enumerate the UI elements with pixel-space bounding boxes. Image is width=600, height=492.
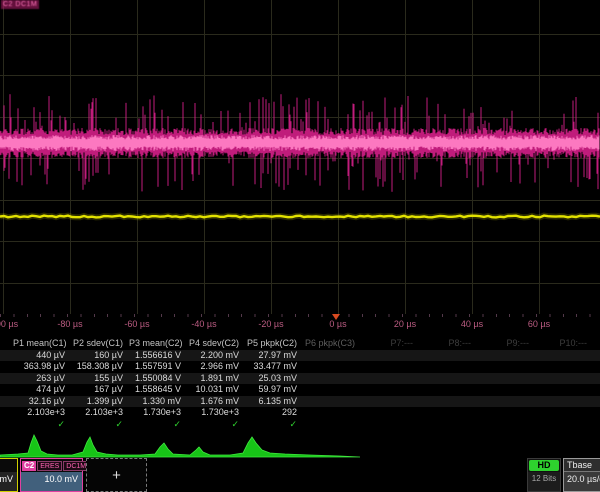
stat-cell: 440 µV [13, 350, 71, 362]
trigger-position-icon[interactable] [332, 314, 340, 320]
param-header-p5[interactable]: P5 pkpk(C2) [245, 338, 303, 350]
stat-cell: 1.730e+3 [187, 407, 245, 419]
stat-cell: 1.556616 V [129, 350, 187, 362]
status-check-icon: ✓ [187, 419, 245, 431]
param-header-p2[interactable]: P2 sdev(C1) [71, 338, 129, 350]
waveform-canvas [0, 0, 600, 314]
hd-badge: HD [529, 460, 559, 471]
stat-row-sdev: 32.16 µV 1.399 µV 1.330 mV 1.676 mV 6.13… [0, 396, 600, 408]
stat-cell: 167 µV [71, 384, 129, 396]
plus-icon: + [112, 467, 121, 484]
stat-cell: 59.97 mV [245, 384, 303, 396]
time-tick-label: 40 µs [461, 319, 483, 329]
stat-row-max: 474 µV 167 µV 1.558645 V 10.031 mV 59.97… [0, 384, 600, 396]
param-header-p8[interactable]: P8:--- [419, 338, 477, 350]
stat-cell: 292 [245, 407, 303, 419]
time-tick-label: 0 µs [329, 319, 346, 329]
bit-depth-label: 12 Bits [528, 472, 560, 491]
time-tick-label: 60 µs [528, 319, 550, 329]
stat-cell: 474 µV [13, 384, 71, 396]
stat-row-value: 440 µV 160 µV 1.556616 V 2.200 mV 27.97 … [0, 350, 600, 362]
stat-cell: 2.966 mV [187, 361, 245, 373]
stat-cell: 6.135 mV [245, 396, 303, 408]
stat-cell: 155 µV [71, 373, 129, 385]
stat-cell: 1.676 mV [187, 396, 245, 408]
c2-badge: C2 [22, 461, 36, 471]
param-header-p11[interactable]: P11:--- [593, 338, 600, 350]
stat-cell: 1.550084 V [129, 373, 187, 385]
param-header-p1[interactable]: P1 mean(C1) [13, 338, 71, 350]
timebase-label: Tbase [564, 459, 600, 472]
c1-scale-value: 10.0 mV [0, 472, 17, 491]
status-check-icon: ✓ [129, 419, 187, 431]
timebase-value: 20.0 µs/div [564, 472, 600, 491]
time-tick-label: -80 µs [57, 319, 82, 329]
stat-row-mean: 363.98 µV 158.308 µV 1.557591 V 2.966 mV… [0, 361, 600, 373]
stat-cell: 1.891 mV [187, 373, 245, 385]
stat-cell: 33.477 mV [245, 361, 303, 373]
stat-cell: 1.330 mV [129, 396, 187, 408]
time-tick-label: -100 µs [0, 319, 18, 329]
waveform-display[interactable]: C2 DC1M [0, 0, 600, 314]
stat-cell: 27.97 mV [245, 350, 303, 362]
stat-cell: 10.031 mV [187, 384, 245, 396]
time-tick-label: -20 µs [258, 319, 283, 329]
time-axis[interactable]: -100 µs -80 µs -60 µs -40 µs -20 µs 0 µs… [0, 314, 600, 336]
measurement-table: P1 mean(C1) P2 sdev(C1) P3 mean(C2) P4 s… [0, 338, 600, 432]
oscilloscope-screen: C2 DC1M -100 µs -80 µs -60 µs -40 µs -20… [0, 0, 600, 480]
timebase-descriptor[interactable]: Tbase 20.0 µs/div [563, 458, 600, 492]
status-check-icon: ✓ [13, 419, 71, 431]
stat-cell: 1.399 µV [71, 396, 129, 408]
measurement-header-row: P1 mean(C1) P2 sdev(C1) P3 mean(C2) P4 s… [0, 338, 600, 350]
time-tick-label: 20 µs [394, 319, 416, 329]
stat-cell: 1.557591 V [129, 361, 187, 373]
stat-cell: 25.03 mV [245, 373, 303, 385]
stat-cell: 32.16 µV [13, 396, 71, 408]
time-tick-label: -60 µs [124, 319, 149, 329]
param-header-p6[interactable]: P6 pkpk(C3) [303, 338, 361, 350]
param-header-p10[interactable]: P10:--- [535, 338, 593, 350]
channel-c2-descriptor[interactable]: C2 ERES DC1M 10.0 mV [20, 458, 83, 492]
descriptor-bar: C1 DC1M 10.0 mV C2 ERES DC1M 10.0 mV + H… [0, 458, 600, 480]
stat-cell: 263 µV [13, 373, 71, 385]
stat-cell: 2.103e+3 [71, 407, 129, 419]
stat-cell: 160 µV [71, 350, 129, 362]
param-header-p4[interactable]: P4 sdev(C2) [187, 338, 245, 350]
channel-c1-descriptor[interactable]: C1 DC1M 10.0 mV [0, 458, 18, 492]
hd-mode-indicator[interactable]: HD 12 Bits [527, 458, 561, 492]
stat-cell: 158.308 µV [71, 361, 129, 373]
param-header-p9[interactable]: P9:--- [477, 338, 535, 350]
param-header-p3[interactable]: P3 mean(C2) [129, 338, 187, 350]
histogram-canvas [0, 430, 600, 458]
add-trace-button[interactable]: + [86, 458, 147, 492]
stat-row-num: 2.103e+3 2.103e+3 1.730e+3 1.730e+3 292 [0, 407, 600, 419]
stat-cell: 363.98 µV [13, 361, 71, 373]
stat-cell: 2.103e+3 [13, 407, 71, 419]
stat-row-status: ✓ ✓ ✓ ✓ ✓ [0, 419, 600, 431]
param-header-p7[interactable]: P7:--- [361, 338, 419, 350]
stat-cell: 1.558645 V [129, 384, 187, 396]
trace-label-badge: C2 DC1M [1, 0, 39, 9]
stat-row-min: 263 µV 155 µV 1.550084 V 1.891 mV 25.03 … [0, 373, 600, 385]
status-check-icon: ✓ [245, 419, 303, 431]
stat-cell: 2.200 mV [187, 350, 245, 362]
status-check-icon: ✓ [71, 419, 129, 431]
time-tick-label: -40 µs [191, 319, 216, 329]
stat-cell: 1.730e+3 [129, 407, 187, 419]
c2-eres-tag: ERES [37, 461, 62, 471]
measurement-histogram[interactable] [0, 430, 600, 458]
c2-scale-value: 10.0 mV [21, 472, 82, 491]
